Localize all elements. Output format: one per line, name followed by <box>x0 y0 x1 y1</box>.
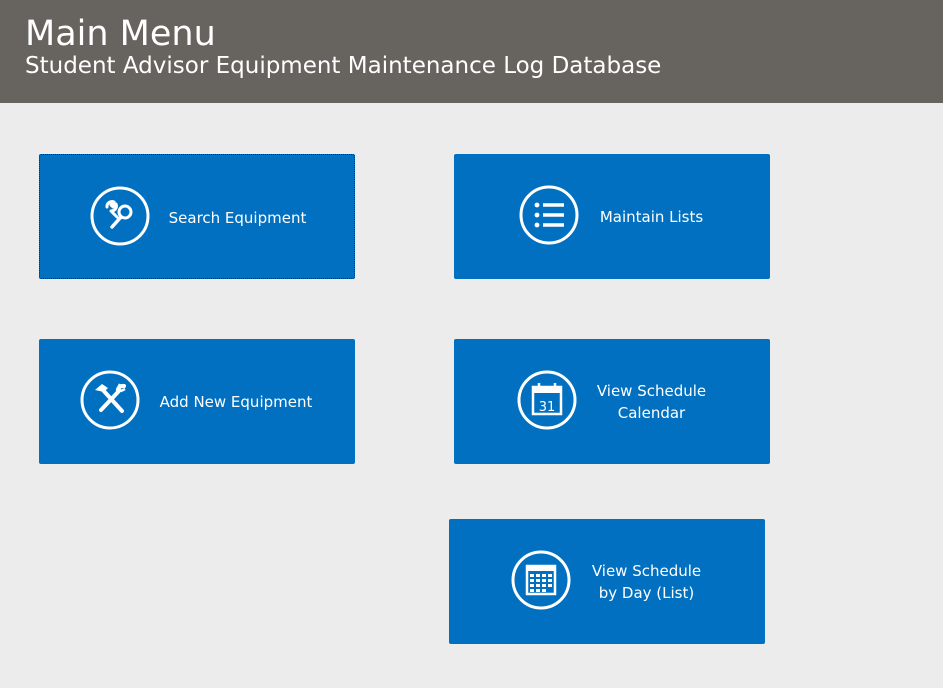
maintain-lists-button[interactable]: Maintain Lists <box>454 154 770 279</box>
calendar-31-icon: 31 <box>517 370 577 430</box>
view-schedule-by-day-label-line1: View Schedule <box>591 561 702 580</box>
add-new-equipment-button[interactable]: Add New Equipment <box>39 339 355 464</box>
wrench-search-icon <box>90 186 150 246</box>
view-schedule-calendar-label-line1: View Schedule <box>596 381 707 400</box>
calendar-grid-icon <box>511 550 571 610</box>
search-equipment-button[interactable]: Search Equipment <box>39 154 355 279</box>
page-subtitle: Student Advisor Equipment Maintenance Lo… <box>25 53 662 79</box>
search-equipment-label: Search Equipment <box>168 208 307 227</box>
page-title: Main Menu <box>25 14 216 54</box>
hammer-wrench-icon <box>80 370 140 430</box>
view-schedule-by-day-label-line2: by Day (List) <box>598 583 695 602</box>
list-icon <box>519 185 579 245</box>
maintain-lists-label: Maintain Lists <box>599 207 704 226</box>
header-bar: Main Menu Student Advisor Equipment Main… <box>0 0 943 103</box>
add-new-equipment-label: Add New Equipment <box>159 392 313 411</box>
view-schedule-by-day-button[interactable]: View Schedule by Day (List) <box>449 519 765 644</box>
view-schedule-calendar-button[interactable]: 31 View Schedule Calendar <box>454 339 770 464</box>
view-schedule-calendar-label-line2: Calendar <box>617 403 686 422</box>
view-schedule-by-day-label: View Schedule by Day (List) <box>579 519 714 644</box>
svg-text:31: 31 <box>539 400 556 415</box>
view-schedule-calendar-label: View Schedule Calendar <box>584 339 719 464</box>
